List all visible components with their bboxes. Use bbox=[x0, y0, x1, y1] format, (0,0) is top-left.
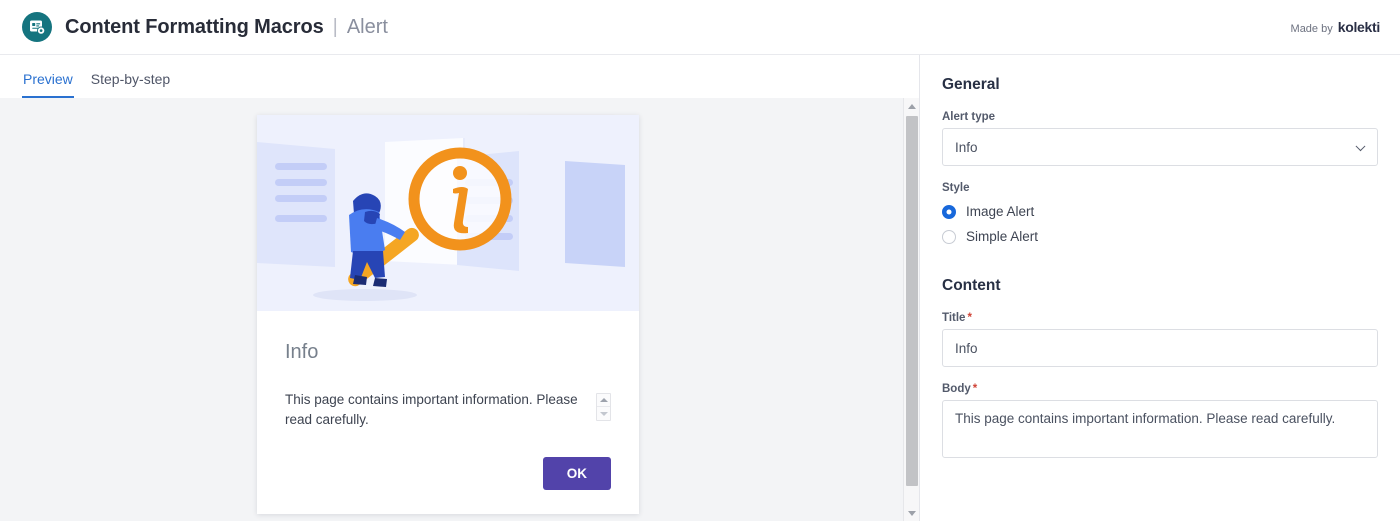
tab-preview[interactable]: Preview bbox=[22, 71, 74, 98]
style-option-simple-alert[interactable]: Simple Alert bbox=[942, 224, 1378, 249]
person-with-magnifying-glass-info-illustration bbox=[257, 115, 639, 311]
field-spacer bbox=[942, 367, 1378, 383]
page-subtitle: Alert bbox=[346, 15, 388, 38]
tab-bar: Preview Step-by-step bbox=[0, 55, 919, 98]
body-label-text: Body bbox=[942, 383, 971, 395]
required-marker: * bbox=[967, 312, 972, 324]
settings-panel: General Alert type Info Style Image Aler… bbox=[920, 55, 1400, 521]
alert-body-text: This page contains important information… bbox=[285, 392, 578, 427]
arrow-down-icon bbox=[599, 411, 608, 416]
alert-actions: OK bbox=[285, 457, 611, 491]
scrollbar-up-button[interactable] bbox=[904, 98, 920, 114]
arrow-up-icon bbox=[599, 398, 608, 402]
document-gear-icon bbox=[28, 18, 46, 36]
scroll-down-arrow-icon bbox=[907, 510, 916, 516]
title-label: Title * bbox=[942, 312, 1378, 324]
radio-simple-alert[interactable] bbox=[942, 229, 956, 244]
scroll-up-arrow-icon bbox=[907, 103, 916, 109]
title-input[interactable] bbox=[942, 329, 1378, 367]
style-option-image-alert[interactable]: Image Alert bbox=[942, 199, 1378, 224]
preview-canvas: Info This page contains important inform… bbox=[0, 98, 919, 521]
tab-step-by-step[interactable]: Step-by-step bbox=[90, 71, 171, 98]
style-option-label: Image Alert bbox=[966, 204, 1035, 219]
body-label: Body * bbox=[942, 383, 1378, 395]
alert-text-row: This page contains important information… bbox=[285, 390, 611, 429]
stepper-down-button[interactable] bbox=[597, 407, 610, 420]
alert-preview-card: Info This page contains important inform… bbox=[257, 115, 639, 515]
general-section-heading: General bbox=[942, 76, 1000, 93]
alert-body-area: Info This page contains important inform… bbox=[257, 311, 639, 514]
required-marker: * bbox=[972, 383, 978, 395]
scrollbar-track[interactable] bbox=[904, 114, 919, 505]
app-logo bbox=[22, 12, 52, 42]
alert-title: Info bbox=[285, 341, 319, 363]
content-section-heading: Content bbox=[942, 277, 1001, 294]
made-by-label: Made by bbox=[1290, 23, 1333, 35]
scrollbar-down-button[interactable] bbox=[904, 505, 920, 521]
body-textarea[interactable] bbox=[942, 400, 1378, 458]
title-separator: | bbox=[332, 15, 338, 38]
ok-button[interactable]: OK bbox=[542, 457, 611, 491]
alert-resize-stepper[interactable] bbox=[596, 393, 611, 421]
chevron-down-icon bbox=[1355, 141, 1366, 152]
alert-illustration bbox=[257, 115, 639, 311]
alert-type-select[interactable]: Info bbox=[942, 128, 1378, 166]
alert-type-label: Alert type bbox=[942, 111, 996, 123]
preview-scrollbar[interactable] bbox=[903, 98, 919, 521]
title-label-text: Title bbox=[942, 312, 966, 324]
style-option-label: Simple Alert bbox=[966, 229, 1039, 244]
kolekti-brand: kolekti bbox=[1337, 19, 1381, 35]
made-by-credit: Made by kolekti bbox=[1290, 19, 1381, 35]
preview-column: Preview Step-by-step Info This page cont… bbox=[0, 55, 920, 521]
app-header: Content Formatting Macros | Alert Made b… bbox=[0, 0, 1400, 55]
alert-type-value: Info bbox=[955, 139, 978, 155]
stepper-up-button[interactable] bbox=[597, 394, 610, 407]
scrollbar-thumb[interactable] bbox=[906, 116, 918, 486]
radio-image-alert[interactable] bbox=[942, 204, 956, 219]
page-title: Content Formatting Macros bbox=[65, 15, 324, 38]
style-label: Style bbox=[942, 182, 970, 194]
main-split: Preview Step-by-step Info This page cont… bbox=[0, 55, 1400, 521]
style-field: Style Image Alert Simple Alert bbox=[942, 182, 1378, 249]
